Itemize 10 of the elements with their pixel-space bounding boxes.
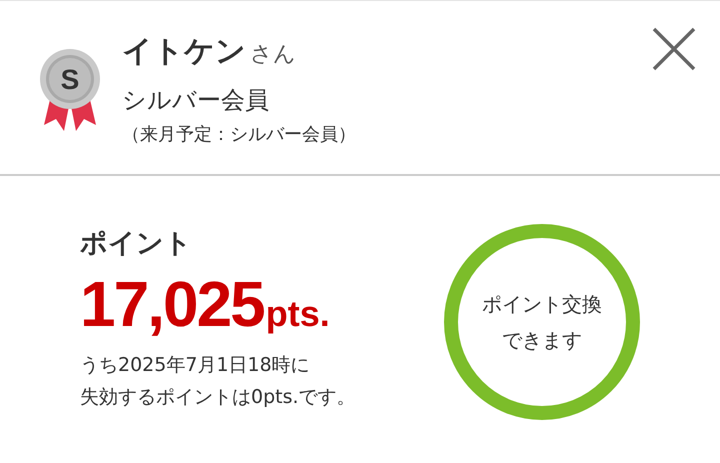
points-exchange-button[interactable]: ポイント交換 できます: [444, 224, 640, 420]
close-icon[interactable]: [652, 27, 696, 71]
expiry-note: うち2025年7月1日18時に 失効するポイントは0pts.です。: [80, 353, 356, 410]
points-label: ポイント: [80, 227, 193, 261]
member-name: イトケン: [122, 33, 246, 71]
points-value: 17,025: [80, 268, 264, 340]
member-rank: シルバー会員: [122, 85, 270, 116]
honorific: さん: [250, 41, 296, 69]
next-month-rank: （来月予定：シルバー会員）: [122, 123, 357, 146]
points-unit: pts.: [266, 293, 330, 334]
